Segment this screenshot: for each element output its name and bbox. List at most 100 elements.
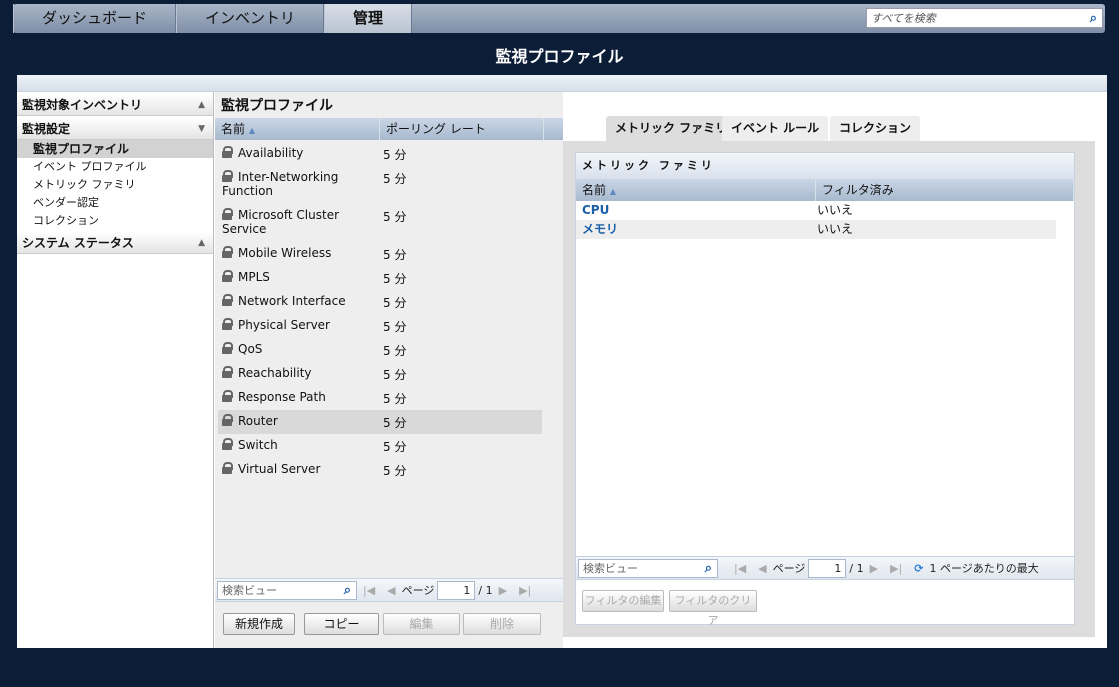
metric-search-input[interactable]: 検索ビュー ⌕ [578, 558, 718, 578]
sidebar-section-inventory[interactable]: 監視対象インベントリ ▲ [17, 94, 213, 116]
sidebar-section-system-status[interactable]: システム ステータス ▲ [17, 232, 213, 254]
first-page-icon[interactable]: |◀ [734, 562, 746, 575]
column-name[interactable]: 名前 ▲ [215, 118, 380, 140]
lock-icon [222, 390, 233, 402]
metric-pager: 検索ビュー ⌕ |◀ ◀ ページ 1 / 1 ▶ ▶| ⟳ 1 ページあたりの最大 [576, 556, 1074, 580]
profile-name: Mobile Wireless [218, 246, 383, 266]
nav-tab-dashboard[interactable]: ダッシュボード [13, 4, 177, 33]
last-page-icon[interactable]: ▶| [890, 562, 902, 575]
page-number-input[interactable]: 1 [808, 558, 847, 578]
sidebar-item-vendor-certification[interactable]: ベンダー認定 [17, 194, 213, 212]
prev-page-icon[interactable]: ◀ [387, 584, 395, 597]
table-row[interactable]: CPU いいえ [576, 201, 1056, 220]
table-row[interactable]: Physical Server 5 分 [218, 314, 542, 338]
polling-rate: 5 分 [383, 210, 407, 224]
table-row[interactable]: MPLS 5 分 [218, 266, 542, 290]
last-page-icon[interactable]: ▶| [519, 584, 531, 597]
panel-title: 監視プロファイル [221, 98, 333, 114]
expand-icon[interactable]: ▼ [198, 118, 205, 140]
sidebar-item-event-profiles[interactable]: イベント プロファイル [17, 158, 213, 176]
first-page-icon[interactable]: |◀ [363, 584, 375, 597]
polling-rate: 5 分 [383, 416, 407, 430]
column-polling-rate[interactable]: ポーリング レート [380, 118, 544, 140]
column-name[interactable]: 名前 ▲ [576, 179, 817, 201]
new-button[interactable]: 新規作成 [223, 613, 295, 635]
global-search-input[interactable]: すべてを検索 ⌕ [866, 8, 1103, 28]
profile-name-text: Inter-Networking Function [222, 170, 339, 198]
sidebar-item-monitoring-profiles[interactable]: 監視プロファイル [17, 140, 213, 158]
nav-tab-admin[interactable]: 管理 [324, 4, 413, 33]
table-row[interactable]: QoS 5 分 [218, 338, 542, 362]
detail-panel: メトリック ファミリ イベント ルール コレクション メトリック ファミリ 名前… [563, 92, 1107, 648]
profile-name-text: Availability [238, 146, 304, 160]
delete-button: 削除 [463, 613, 541, 635]
profile-name: Response Path [218, 390, 383, 410]
column-label: 名前 [582, 183, 607, 197]
table-row[interactable]: Switch 5 分 [218, 434, 542, 458]
profile-name: Microsoft Cluster Service [218, 208, 383, 242]
table-row[interactable]: Virtual Server 5 分 [218, 458, 542, 482]
lock-icon [222, 170, 233, 182]
profile-name-text: Router [238, 414, 278, 428]
section-label: 監視設定 [22, 122, 71, 136]
profile-name-text: Physical Server [238, 318, 330, 332]
polling-rate: 5 分 [383, 368, 407, 382]
lock-icon [222, 414, 233, 426]
table-row[interactable]: メモリ いいえ [576, 220, 1056, 239]
profile-name-text: Reachability [238, 366, 312, 380]
copy-button[interactable]: コピー [304, 613, 379, 635]
metric-table-header: 名前 ▲ フィルタ済み [576, 179, 1074, 201]
refresh-icon[interactable]: ⟳ [914, 562, 923, 575]
table-row[interactable]: Availability 5 分 [218, 142, 542, 166]
edit-button: 編集 [383, 613, 460, 635]
table-row[interactable]: Inter-Networking Function 5 分 [218, 166, 542, 204]
next-page-icon[interactable]: ▶ [499, 584, 507, 597]
search-placeholder: すべてを検索 [871, 12, 936, 25]
sidebar-item-collections[interactable]: コレクション [17, 212, 213, 230]
metric-name-link[interactable]: CPU [576, 201, 817, 220]
profiles-search-input[interactable]: 検索ビュー ⌕ [217, 580, 357, 600]
profile-name-text: Virtual Server [238, 462, 321, 476]
edit-filter-button: フィルタの編集 [582, 590, 664, 612]
table-row[interactable]: Response Path 5 分 [218, 386, 542, 410]
next-page-icon[interactable]: ▶ [870, 562, 878, 575]
search-icon[interactable]: ⌕ [705, 561, 712, 576]
profile-name: Physical Server [218, 318, 383, 338]
polling-rate: 5 分 [383, 272, 407, 286]
table-row[interactable]: Mobile Wireless 5 分 [218, 242, 542, 266]
search-icon[interactable]: ⌕ [1090, 11, 1097, 26]
metric-name-link[interactable]: メモリ [576, 220, 817, 239]
metric-families-panel: メトリック ファミリ 名前 ▲ フィルタ済み CPU いいえ メモリ いいえ 検索ビ… [575, 152, 1075, 627]
profile-name-text: MPLS [238, 270, 270, 284]
polling-rate: 5 分 [383, 148, 407, 162]
sidebar-item-metric-families[interactable]: メトリック ファミリ [17, 176, 213, 194]
profile-name: Inter-Networking Function [218, 170, 383, 204]
nav-tab-inventory[interactable]: インベントリ [176, 4, 325, 33]
profile-name-text: Response Path [238, 390, 326, 404]
table-row[interactable]: Reachability 5 分 [218, 362, 542, 386]
section-label: 監視対象インベントリ [22, 98, 143, 112]
tab-metric-families[interactable]: メトリック ファミリ [606, 116, 737, 141]
lock-icon [222, 246, 233, 258]
search-placeholder: 検索ビュー [583, 562, 638, 575]
filtered-value: いいえ [817, 203, 854, 217]
prev-page-icon[interactable]: ◀ [758, 562, 766, 575]
polling-rate: 5 分 [383, 172, 407, 186]
table-row[interactable]: Network Interface 5 分 [218, 290, 542, 314]
column-filtered[interactable]: フィルタ済み [816, 179, 1074, 201]
sidebar-section-settings[interactable]: 監視設定 ▼ [17, 118, 213, 140]
tab-collections[interactable]: コレクション [830, 116, 921, 141]
profile-name: Switch [218, 438, 383, 458]
collapse-icon[interactable]: ▲ [198, 232, 205, 254]
table-row[interactable]: Router 5 分 [218, 410, 542, 434]
tab-event-rules[interactable]: イベント ルール [722, 116, 829, 141]
profiles-panel: 監視プロファイル 名前 ▲ ポーリング レート Availability 5 分I… [215, 92, 563, 648]
profile-name-text: Switch [238, 438, 278, 452]
tab-content: メトリック ファミリ 名前 ▲ フィルタ済み CPU いいえ メモリ いいえ 検索ビ… [563, 141, 1095, 637]
clear-filter-button: フィルタのクリア [669, 590, 757, 627]
collapse-icon[interactable]: ▲ [198, 94, 205, 116]
page-title: 監視プロファイル [495, 47, 624, 66]
page-number-input[interactable]: 1 [437, 580, 476, 600]
table-row[interactable]: Microsoft Cluster Service 5 分 [218, 204, 542, 242]
search-icon[interactable]: ⌕ [344, 583, 351, 598]
